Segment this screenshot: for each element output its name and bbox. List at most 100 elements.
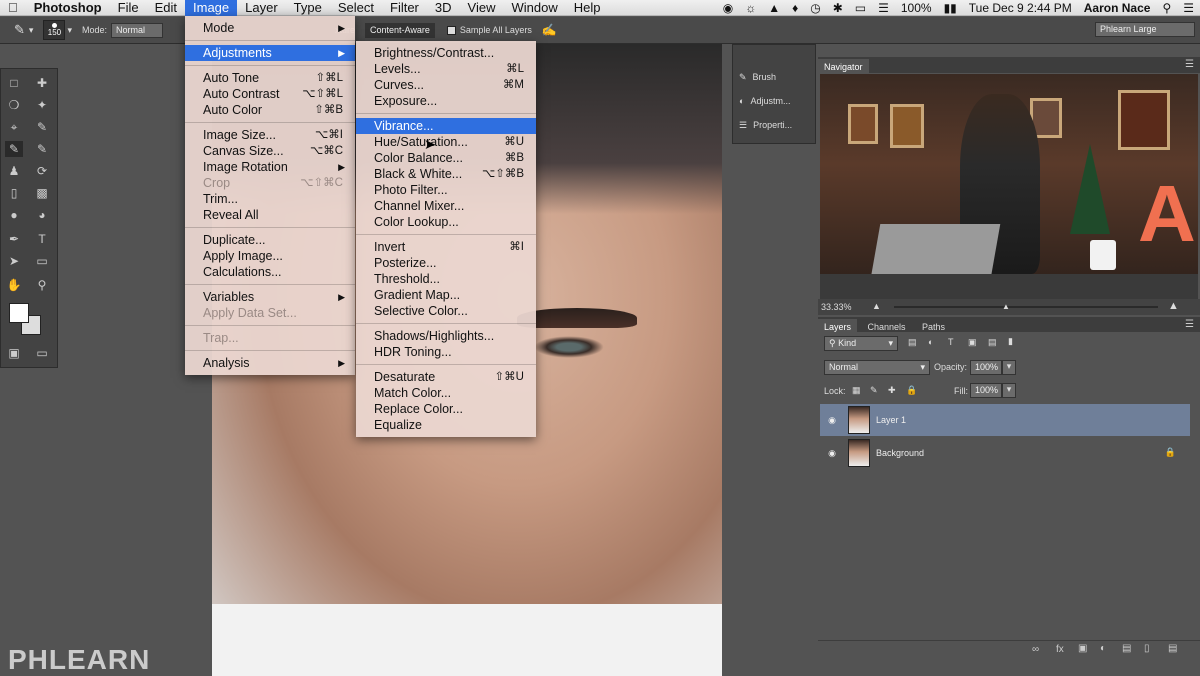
filter-type-icon[interactable]: T <box>948 337 954 347</box>
datetime[interactable]: Tue Dec 9 2:44 PM <box>963 1 1078 15</box>
shape-tool-icon[interactable]: ▭ <box>33 253 51 269</box>
path-select-tool-icon[interactable]: ➤ <box>5 253 23 269</box>
brush-tool-icon[interactable]: ✎ <box>33 141 51 157</box>
menu-item-hue-saturation[interactable]: Hue/Saturation... ⌘U <box>356 134 536 150</box>
menu-item-shadows-highlights[interactable]: Shadows/Highlights... <box>356 328 536 344</box>
menu-item-curves[interactable]: Curves... ⌘M <box>356 77 536 93</box>
eraser-tool-icon[interactable]: ▯ <box>5 185 23 201</box>
menu-item-image-size[interactable]: Image Size... ⌥⌘I <box>185 127 355 143</box>
mode-select[interactable]: Normal <box>110 22 163 38</box>
menu-item-posterize[interactable]: Posterize... <box>356 255 536 271</box>
pressure-icon[interactable]: ✍ <box>542 23 557 37</box>
visibility-eye-icon[interactable]: ◉ <box>820 448 844 459</box>
menu-item-calculations[interactable]: Calculations... <box>185 264 355 280</box>
zoom-slider-thumb[interactable]: ▲ <box>1002 302 1010 311</box>
menu-item-hdr-toning[interactable]: HDR Toning... <box>356 344 536 360</box>
menu-item-analysis[interactable]: Analysis ▶ <box>185 355 355 371</box>
menu-filter[interactable]: Filter <box>382 0 427 16</box>
notification-icon[interactable]: ▲ <box>762 1 786 15</box>
opacity-input[interactable]: 100% <box>970 360 1002 375</box>
layer-style-icon[interactable]: fx <box>1056 644 1064 655</box>
properties-panel-button[interactable]: ☰ Properti... <box>739 115 815 135</box>
menu-item-canvas-size[interactable]: Canvas Size... ⌥⌘C <box>185 143 355 159</box>
menu-item-invert[interactable]: Invert ⌘I <box>356 239 536 255</box>
menu-window[interactable]: Window <box>503 0 565 16</box>
menu-item-threshold[interactable]: Threshold... <box>356 271 536 287</box>
navigator-zoom-value[interactable]: 33.33% <box>821 302 852 312</box>
menu-item-selective-color[interactable]: Selective Color... <box>356 303 536 319</box>
menu-item-auto-contrast[interactable]: Auto Contrast ⌥⇧⌘L <box>185 86 355 102</box>
blur-tool-icon[interactable]: ● <box>5 207 23 223</box>
filter-pixel-icon[interactable]: ▤ <box>908 337 917 348</box>
menu-item-variables[interactable]: Variables ▶ <box>185 289 355 305</box>
healing-tool-icon[interactable]: ✎ <box>5 141 23 157</box>
menu-item-match-color[interactable]: Match Color... <box>356 385 536 401</box>
menu-item-brightness-contrast[interactable]: Brightness/Contrast... <box>356 45 536 61</box>
tab-channels[interactable]: Channels <box>861 319 911 335</box>
layer-name[interactable]: Background <box>876 448 924 458</box>
battery-label[interactable]: 100% <box>895 1 938 15</box>
tab-navigator[interactable]: Navigator <box>818 59 869 75</box>
menu-item-desaturate[interactable]: Desaturate ⇧⌘U <box>356 369 536 385</box>
lasso-tool-icon[interactable]: ❍ <box>5 97 23 113</box>
move-tool-icon[interactable]: ✚ <box>33 75 51 91</box>
user-name[interactable]: Aaron Nace <box>1078 1 1157 15</box>
filter-smart-object-icon[interactable]: ▤ <box>988 337 997 348</box>
menu-view[interactable]: View <box>460 0 504 16</box>
type-tool-icon[interactable]: T <box>33 231 51 247</box>
lock-position-icon[interactable]: ✚ <box>888 385 896 396</box>
navigator-preview[interactable]: A <box>820 74 1198 299</box>
tab-paths[interactable]: Paths <box>916 319 951 335</box>
content-aware-option[interactable]: Content-Aware <box>365 22 435 38</box>
dodge-tool-icon[interactable]: ◕ <box>33 207 51 223</box>
quick-mask-icon[interactable]: ▣ <box>5 345 23 361</box>
menu-item-trim[interactable]: Trim... <box>185 191 355 207</box>
evernote-icon[interactable]: ♦ <box>786 1 804 15</box>
brush-size-arrow-icon[interactable]: ▾ <box>67 25 72 36</box>
navigator-menu-icon[interactable]: ☰ <box>1185 59 1194 70</box>
menu-item-color-balance[interactable]: Color Balance... ⌘B <box>356 150 536 166</box>
airplay-icon[interactable]: ▭ <box>849 1 872 15</box>
apple-icon[interactable]:  <box>0 0 26 16</box>
bluetooth-icon[interactable]: ✱ <box>827 1 849 15</box>
visibility-eye-icon[interactable]: ◉ <box>820 415 844 426</box>
menu-photoshop[interactable]: Photoshop <box>26 0 110 16</box>
zoom-out-icon[interactable]: ▲ <box>872 301 881 311</box>
menu-item-replace-color[interactable]: Replace Color... <box>356 401 536 417</box>
camera-icon[interactable]: ◉ <box>717 1 739 15</box>
layer-name[interactable]: Layer 1 <box>876 415 906 425</box>
menu-item-levels[interactable]: Levels... ⌘L <box>356 61 536 77</box>
list-icon[interactable]: ☰ <box>1177 1 1200 15</box>
new-layer-icon[interactable]: ▯ <box>1144 643 1150 654</box>
menu-item-auto-tone[interactable]: Auto Tone ⇧⌘L <box>185 70 355 86</box>
menu-edit[interactable]: Edit <box>147 0 185 16</box>
menu-3d[interactable]: 3D <box>427 0 460 16</box>
time-machine-icon[interactable]: ◷ <box>804 1 826 15</box>
fill-input[interactable]: 100% <box>970 383 1002 398</box>
eyedropper-tool-icon[interactable]: ✎ <box>33 119 51 135</box>
history-brush-tool-icon[interactable]: ⟳ <box>33 163 51 179</box>
wifi-icon[interactable]: ☰ <box>872 1 895 15</box>
marquee-tool-icon[interactable]: □ <box>5 75 23 91</box>
fill-arrow-icon[interactable]: ▾ <box>1002 383 1016 398</box>
spot-healing-icon[interactable]: ✎ <box>14 22 25 38</box>
creative-cloud-icon[interactable]: ☼ <box>739 1 762 15</box>
menu-item-black-white[interactable]: Black & White... ⌥⇧⌘B <box>356 166 536 182</box>
filter-toggle-icon[interactable]: ▮ <box>1008 336 1013 347</box>
menu-item-reveal-all[interactable]: Reveal All <box>185 207 355 223</box>
menu-select[interactable]: Select <box>330 0 382 16</box>
filter-adjustment-icon[interactable]: ◐ <box>928 337 933 347</box>
menu-layer[interactable]: Layer <box>237 0 286 16</box>
search-icon[interactable]: ⚲ <box>1156 1 1177 15</box>
menu-item-channel-mixer[interactable]: Channel Mixer... <box>356 198 536 214</box>
lock-all-icon[interactable]: 🔒 <box>906 385 917 396</box>
battery-icon[interactable]: ▮▮ <box>938 1 963 15</box>
menu-item-image-rotation[interactable]: Image Rotation ▶ <box>185 159 355 175</box>
menu-item-vibrance[interactable]: Vibrance... <box>356 118 536 134</box>
menu-item-apply-image[interactable]: Apply Image... <box>185 248 355 264</box>
foreground-color-swatch[interactable] <box>9 303 29 323</box>
blend-mode-select[interactable]: Normal ▾ <box>824 360 930 375</box>
menu-file[interactable]: File <box>110 0 147 16</box>
tool-preset-arrow-icon[interactable]: ▾ <box>29 25 34 36</box>
tab-layers[interactable]: Layers <box>818 319 858 335</box>
